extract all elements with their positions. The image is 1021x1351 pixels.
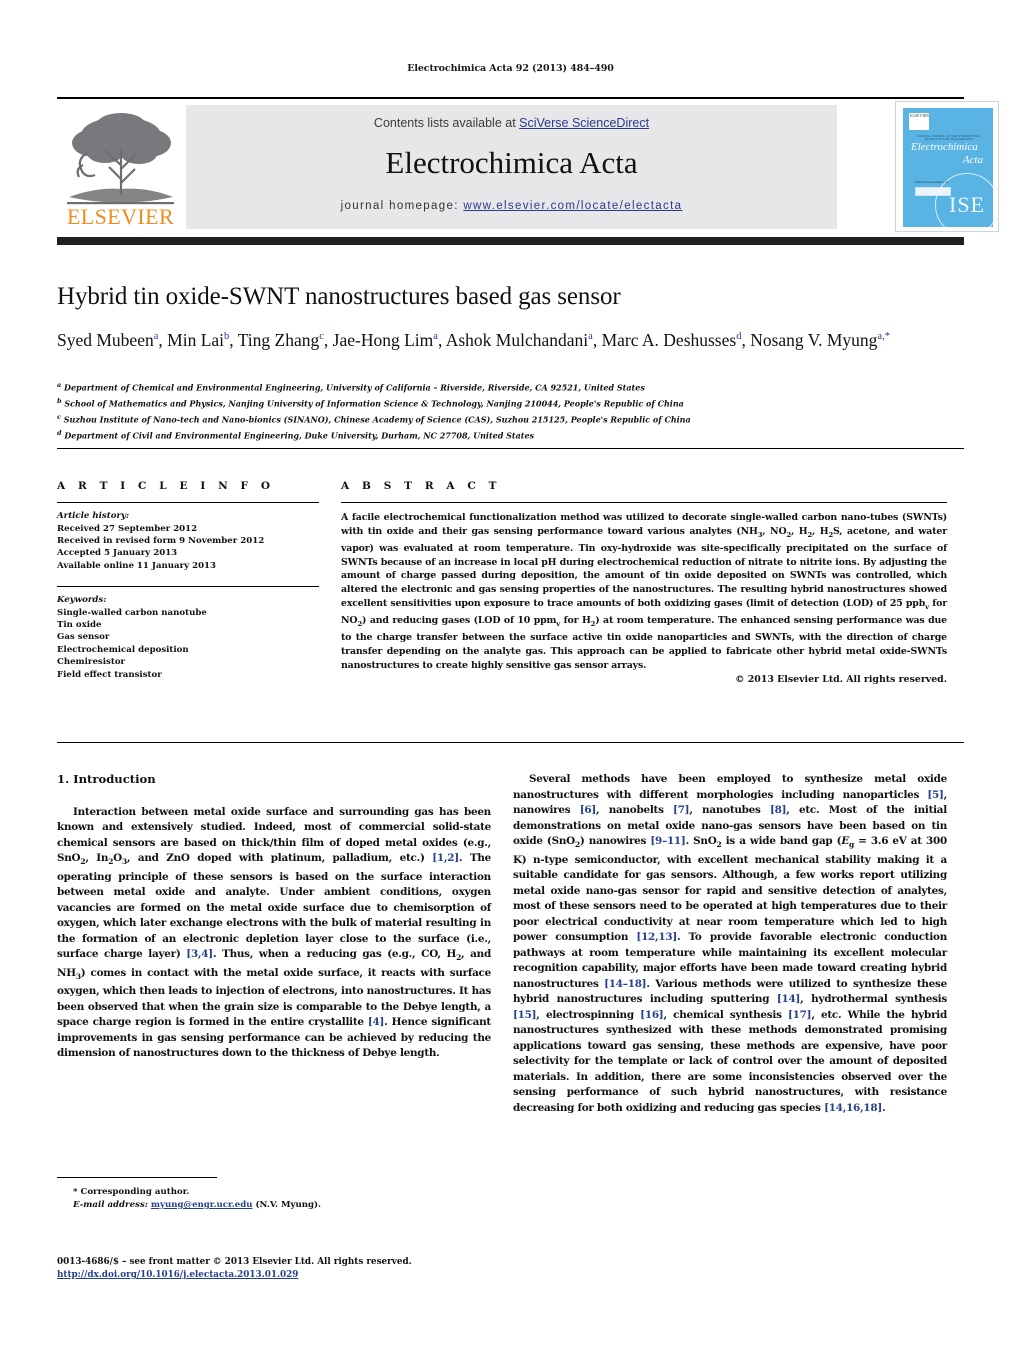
history-item: Available online 11 January 2013 [57, 560, 217, 571]
abstract-copyright: © 2013 Elsevier Ltd. All rights reserved… [735, 674, 947, 686]
affiliation-text: Department of Civil and Environmental En… [64, 430, 535, 441]
elsevier-logo: ELSEVIER [57, 105, 184, 232]
article-history: Article history: Received 27 September 2… [57, 510, 319, 572]
page-title: Hybrid tin oxide-SWNT nanostructures bas… [57, 283, 621, 310]
intro-paragraph-left: Interaction between metal oxide surface … [57, 805, 491, 1060]
imprint-block: 0013-4686/$ – see front matter © 2013 El… [57, 1256, 557, 1282]
elsevier-tree-icon [67, 113, 174, 205]
email-suffix: (N.V. Myung). [255, 1200, 322, 1210]
corresponding-author-note: * Corresponding author. [73, 1187, 190, 1197]
journal-header: ELSEVIER Contents lists available at Sci… [57, 101, 999, 232]
body-column-left: 1. Introduction Interaction between meta… [57, 772, 491, 1062]
abstract-rule [341, 502, 947, 504]
abstract-heading: A B S T R A C T [341, 480, 502, 492]
article-info-column: A R T I C L E I N F O Article history: R… [57, 480, 319, 681]
email-label: E-mail address: [73, 1200, 148, 1210]
journal-title: Electrochimica Acta [385, 145, 638, 180]
journal-article-page: Electrochimica Acta 92 (2013) 484–490 EL… [0, 0, 1021, 1351]
affiliation-text: Suzhou Institute of Nano-tech and Nano-b… [63, 414, 691, 425]
journal-homepage-link[interactable]: www.elsevier.com/locate/electacta [463, 200, 682, 212]
footnote-divider [57, 1177, 217, 1178]
keyword-item: Chemiresistor [57, 657, 126, 668]
history-item: Received 27 September 2012 [57, 523, 198, 534]
footnote-block: * Corresponding author. E-mail address: … [57, 1186, 491, 1212]
abstract-divider [57, 742, 964, 744]
affiliation-text: School of Mathematics and Physics, Nanji… [64, 398, 684, 409]
running-head: Electrochimica Acta 92 (2013) 484–490 [407, 63, 614, 74]
author-list: Syed Mubeena, Min Laib, Ting Zhangc, Jae… [57, 329, 890, 350]
keyword-list: Keywords: Single-walled carbon nanotube … [57, 594, 319, 681]
ise-society-seal-icon: ISE [935, 173, 993, 227]
contents-prefix: Contents lists available at [373, 116, 520, 130]
affiliation-mark: c [57, 412, 61, 421]
history-item: Received in revised form 9 November 2012 [57, 535, 265, 546]
cover-journal-title: Electrochimica Acta [911, 141, 987, 167]
body-column-right: Several methods have been employed to sy… [513, 772, 947, 1116]
contents-lists-line: Contents lists available at SciVerse Sci… [186, 116, 837, 130]
affiliation-item: c Suzhou Institute of Nano-tech and Nano… [57, 411, 957, 427]
cover-artwork: ELSEVIER OFFICIAL JOURNAL OF THE INTERNA… [903, 108, 993, 227]
homepage-label: journal homepage: [340, 200, 464, 212]
affiliation-item: b School of Mathematics and Physics, Nan… [57, 395, 957, 411]
affiliation-text: Department of Chemical and Environmental… [64, 382, 645, 393]
keyword-item: Tin oxide [57, 620, 102, 631]
keyword-item: Field effect transistor [57, 669, 162, 680]
doi-link[interactable]: http://dx.doi.org/10.1016/j.electacta.20… [57, 1270, 298, 1280]
affiliation-list: a Department of Chemical and Environment… [57, 379, 957, 442]
cover-elsevier-mark: ELSEVIER [909, 113, 929, 130]
article-info-rule [57, 502, 319, 504]
keywords-label: Keywords: [57, 595, 107, 606]
section-heading-introduction: 1. Introduction [57, 772, 156, 786]
elsevier-wordmark: ELSEVIER [66, 204, 175, 229]
article-history-label: Article history: [57, 511, 130, 522]
sciencedirect-link[interactable]: SciVerse ScienceDirect [519, 116, 649, 130]
keyword-item: Electrochemical deposition [57, 644, 189, 655]
cover-title-line2: Acta [962, 154, 983, 166]
intro-paragraph-right: Several methods have been employed to sy… [513, 773, 947, 1114]
front-matter-line: 0013-4686/$ – see front matter © 2013 El… [57, 1257, 412, 1267]
abstract-column: A B S T R A C T A facile electrochemical… [341, 480, 947, 685]
email-link[interactable]: myung@engr.ucr.edu [151, 1200, 253, 1210]
header-dark-bar [57, 237, 964, 245]
keyword-item: Single-walled carbon nanotube [57, 607, 207, 618]
affiliation-item: d Department of Civil and Environmental … [57, 427, 957, 443]
affiliation-mark: b [57, 396, 62, 405]
cover-title-line1: Electrochimica [911, 141, 978, 153]
abstract-text: A facile electrochemical functionalizati… [341, 512, 948, 671]
journal-homepage-line: journal homepage: www.elsevier.com/locat… [186, 200, 837, 212]
affiliation-mark: d [57, 428, 62, 437]
keyword-item: Gas sensor [57, 632, 110, 643]
affiliation-mark: a [57, 381, 62, 389]
email-note: E-mail address: myung@engr.ucr.edu (N.V.… [57, 1199, 491, 1212]
journal-cover-thumbnail: ELSEVIER OFFICIAL JOURNAL OF THE INTERNA… [895, 101, 999, 232]
header-top-rule [57, 97, 964, 99]
keywords-rule [57, 586, 319, 588]
journal-title-band: Contents lists available at SciVerse Sci… [186, 105, 837, 229]
affiliation-item: a Department of Chemical and Environment… [57, 379, 957, 395]
affiliation-divider [57, 448, 964, 450]
history-item: Accepted 5 January 2013 [57, 548, 178, 559]
article-info-heading: A R T I C L E I N F O [57, 480, 275, 492]
